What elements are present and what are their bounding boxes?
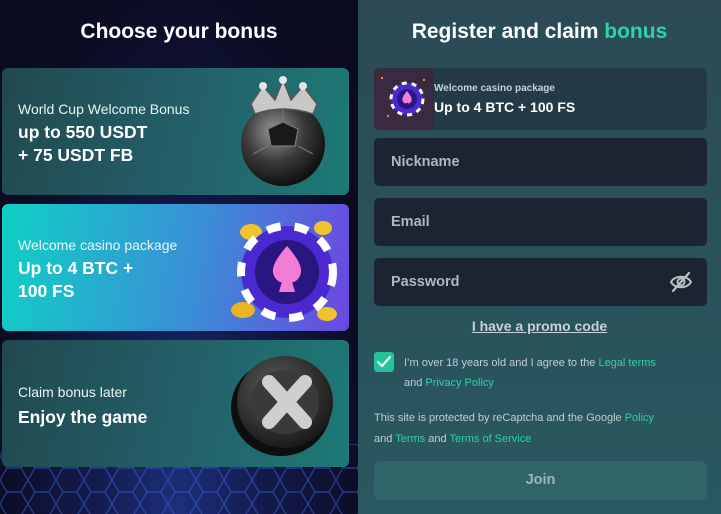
close-x-coin-icon: [231, 356, 333, 456]
selected-bonus-value: Up to 4 BTC + 100 FS: [434, 99, 576, 115]
bonus-selection-panel: Choose your bonus World Cup Welcome Bonu…: [0, 0, 358, 514]
bonus-card-headline-line1: Enjoy the game: [18, 407, 148, 427]
privacy-policy-link[interactable]: Privacy Policy: [425, 377, 493, 389]
bonus-card-headline-line2: 100 FS: [18, 281, 75, 301]
nickname-input[interactable]: [374, 138, 707, 186]
crowned-soccer-ball-icon: [241, 76, 325, 186]
register-title: Register and claim bonus: [358, 20, 721, 44]
registration-panel: Register and claim bonus Welcome casino …: [358, 0, 721, 514]
bonus-card-casino[interactable]: Welcome casino package Up to 4 BTC + 100…: [2, 204, 349, 331]
terms-of-service-link[interactable]: Terms of Service: [449, 433, 531, 445]
casino-chip-icon: [231, 221, 337, 322]
register-title-main: Register and claim: [411, 20, 599, 43]
email-input[interactable]: [374, 198, 707, 246]
selected-bonus-banner: Welcome casino package Up to 4 BTC + 100…: [374, 68, 707, 130]
eye-slash-icon[interactable]: [669, 271, 693, 293]
recaptcha-text-and: and: [374, 433, 393, 445]
email-field-wrapper: [374, 198, 707, 246]
password-field-wrapper: [374, 258, 707, 306]
age-terms-checkbox[interactable]: [374, 352, 394, 372]
bonus-card-subtitle: Welcome casino package: [18, 237, 178, 253]
recaptcha-text-prefix: This site is protected by reCaptcha and …: [374, 412, 622, 424]
agree-text-prefix: I’m over 18 years old and I agree to the: [404, 357, 596, 369]
bonus-card-world-cup[interactable]: World Cup Welcome Bonus up to 550 USDT +…: [2, 68, 349, 195]
checkmark-icon: [377, 356, 391, 368]
bonus-card-headline-line1: Up to 4 BTC +: [18, 258, 134, 278]
google-policy-link[interactable]: Policy: [625, 412, 654, 424]
nickname-field-wrapper: [374, 138, 707, 186]
legal-terms-link[interactable]: Legal terms: [598, 357, 655, 369]
agree-text-and: and: [404, 377, 423, 389]
selected-bonus-label: Welcome casino package: [434, 83, 555, 94]
promo-code-link[interactable]: I have a promo code: [358, 318, 721, 334]
bonus-card-headline-line1: up to 550 USDT: [18, 122, 148, 142]
recaptcha-notice: This site is protected by reCaptcha and …: [374, 408, 714, 450]
bonus-card-subtitle: Claim bonus later: [18, 384, 127, 400]
join-button[interactable]: Join: [374, 461, 707, 500]
bonus-card-subtitle: World Cup Welcome Bonus: [18, 101, 190, 117]
recaptcha-text-and: and: [428, 433, 447, 445]
google-terms-link[interactable]: Terms: [395, 433, 425, 445]
choose-bonus-title: Choose your bonus: [80, 20, 278, 43]
age-terms-text: I’m over 18 years old and I agree to the…: [404, 353, 709, 393]
casino-chip-icon: [374, 68, 434, 130]
bonus-card-claim-later[interactable]: Claim bonus later Enjoy the game: [2, 340, 349, 467]
password-input[interactable]: [374, 258, 707, 306]
register-title-accent: bonus: [604, 20, 668, 43]
bonus-card-headline-line2: + 75 USDT FB: [18, 145, 134, 165]
